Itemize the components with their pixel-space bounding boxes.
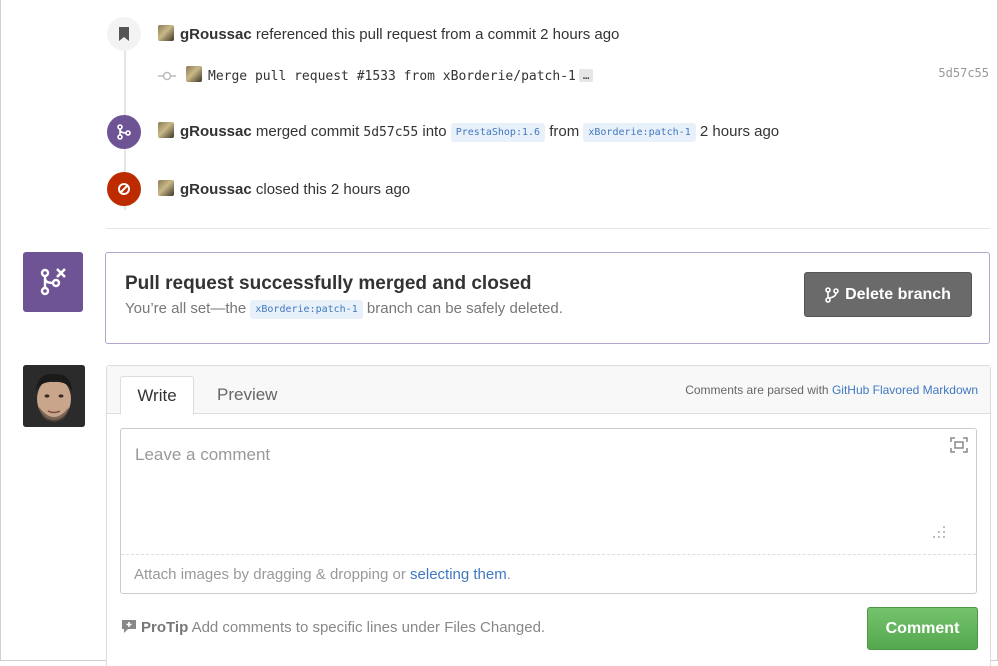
git-merge-icon — [107, 115, 141, 149]
delete-branch-label: Delete branch — [845, 285, 951, 303]
delete-branch-button[interactable]: Delete branch — [804, 272, 972, 317]
branch-label: xBorderie:patch-1 — [250, 300, 363, 319]
timeline-divider — [106, 228, 990, 229]
head-branch-label: xBorderie:patch-1 — [583, 123, 696, 142]
into-text: into — [422, 123, 447, 140]
event-author-link[interactable]: gRoussac — [180, 181, 252, 198]
attach-images-bar[interactable]: Attach images by dragging & dropping or … — [121, 554, 976, 593]
event-author-link[interactable]: gRoussac — [180, 26, 252, 43]
comment-tabs: Write Preview Comments are parsed with G… — [107, 366, 990, 415]
circle-slash-icon — [107, 172, 141, 206]
expand-commit-button[interactable]: … — [578, 69, 594, 82]
merge-status-title: Pull request successfully merged and clo… — [125, 273, 532, 294]
closed-event-text: closed this 2 hours ago — [255, 181, 411, 198]
referenced-event: gRoussac referenced this pull request fr… — [158, 25, 619, 43]
merge-status-message: You’re all set—the xBorderie:patch-1 bra… — [125, 300, 563, 319]
commit-reference-row: Merge pull request #1533 from xBorderie/… — [158, 66, 594, 85]
merged-status-icon — [23, 252, 83, 312]
protip: ProTip Add comments to specific lines un… — [121, 619, 545, 638]
commit-icon — [158, 68, 176, 85]
tab-write[interactable]: Write — [120, 376, 194, 415]
merged-text: merged commit — [255, 123, 360, 140]
commit-message-link[interactable]: Merge pull request #1533 from xBorderie/… — [208, 69, 576, 84]
user-avatar-small[interactable] — [158, 180, 174, 196]
protip-label: ProTip — [141, 619, 189, 636]
closed-event: gRoussac closed this 2 hours ago — [158, 180, 410, 198]
user-avatar-small[interactable] — [158, 122, 174, 138]
protip-text: Add comments to specific lines under Fil… — [191, 619, 546, 636]
current-user-avatar[interactable] — [23, 365, 85, 427]
fullscreen-icon[interactable] — [950, 437, 968, 453]
user-avatar-small[interactable] — [158, 25, 174, 41]
merge-status-text: You’re all set—the — [125, 300, 247, 317]
markdown-note-text: Comments are parsed with — [685, 383, 829, 397]
markdown-note: Comments are parsed with GitHub Flavored… — [685, 383, 978, 397]
comment-submit-button[interactable]: Comment — [867, 607, 978, 650]
referenced-event-text: referenced this pull request from a comm… — [255, 26, 620, 43]
bookmark-icon — [107, 17, 141, 51]
from-text: from — [549, 123, 580, 140]
commit-sha-link[interactable]: 5d57c55 — [938, 66, 989, 80]
git-branch-icon — [825, 286, 839, 303]
comment-plus-icon — [121, 619, 137, 638]
merge-status-panel: Pull request successfully merged and clo… — [105, 252, 990, 344]
resize-grip-icon[interactable] — [932, 525, 946, 539]
merged-time[interactable]: 2 hours ago — [700, 123, 779, 140]
merged-commit-sha-link[interactable]: 5d57c55 — [363, 125, 418, 140]
git-branch-delete-icon — [40, 268, 66, 296]
tab-preview[interactable]: Preview — [217, 385, 277, 405]
merged-event: gRoussac merged commit 5d57c55 into Pres… — [158, 122, 779, 142]
merge-status-text: branch can be safely deleted. — [366, 300, 563, 317]
user-avatar-small[interactable] — [186, 66, 202, 82]
base-branch-label: PrestaShop:1.6 — [450, 123, 546, 142]
attach-text: Attach images by dragging & dropping or — [134, 566, 406, 583]
comment-textarea[interactable] — [121, 429, 976, 554]
markdown-help-link[interactable]: GitHub Flavored Markdown — [832, 383, 978, 397]
event-author-link[interactable]: gRoussac — [180, 123, 252, 140]
comment-form: Write Preview Comments are parsed with G… — [106, 365, 991, 666]
select-files-link[interactable]: selecting them — [410, 566, 507, 583]
attach-suffix: . — [506, 566, 511, 583]
comment-textarea-wrapper: Attach images by dragging & dropping or … — [120, 428, 977, 594]
